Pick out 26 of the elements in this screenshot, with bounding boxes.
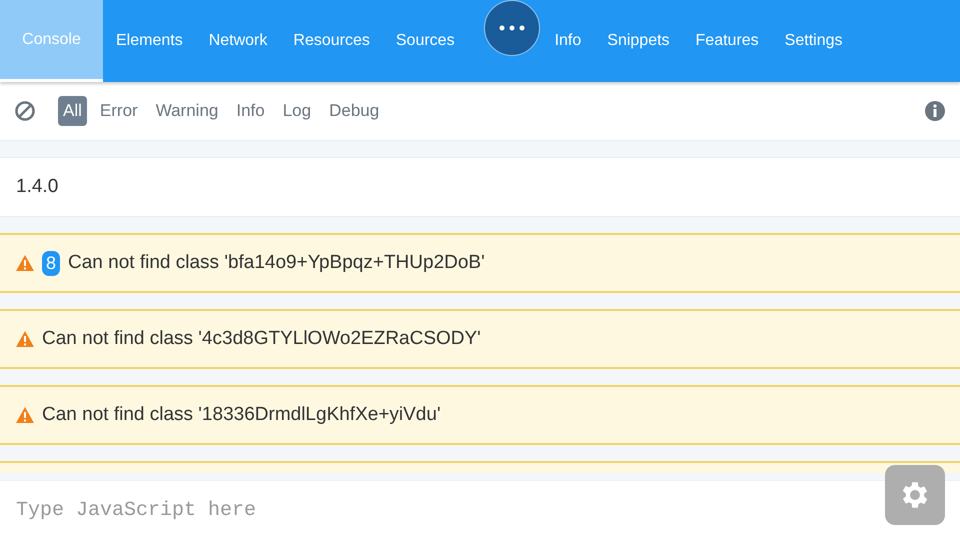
tab[interactable]: Network (196, 0, 280, 82)
warning-icon (16, 407, 34, 423)
message-text: Can not find class 'bfa14o9+YpBpqz+THUp2DoB' (68, 252, 485, 274)
filter-tab[interactable]: Warning (150, 96, 224, 126)
filter-tab[interactable]: Debug (324, 96, 384, 126)
warning-icon (16, 331, 34, 347)
tab[interactable]: Elements (103, 0, 196, 82)
message-text: Can not find class '4c3d8GTYLlOWo2EZRaCSODY' (42, 328, 481, 350)
filter-tab[interactable]: All (58, 96, 87, 126)
tab[interactable]: Settings (772, 0, 856, 82)
tab[interactable]: Snippets (594, 0, 683, 82)
repeat-count: 8 (42, 250, 60, 276)
filter-tab[interactable]: Info (231, 96, 270, 126)
tab[interactable]: Info (542, 0, 594, 82)
warning-icon (16, 255, 34, 271)
message-text: 1.4.0 (16, 176, 58, 198)
clear-icon[interactable] (14, 100, 36, 122)
tab[interactable]: Features (682, 0, 772, 82)
dots-icon (499, 25, 525, 31)
info-icon[interactable] (924, 100, 946, 122)
message-text: Can not find class '18336DrmdlLgKhfXe+yiVdu' (42, 404, 441, 426)
tab[interactable]: Console (0, 0, 103, 82)
tab[interactable]: Sources (382, 0, 468, 82)
filter-tab[interactable]: Log (278, 96, 316, 126)
tab[interactable]: Resources (280, 0, 383, 82)
filter-tab[interactable]: Error (94, 96, 143, 126)
